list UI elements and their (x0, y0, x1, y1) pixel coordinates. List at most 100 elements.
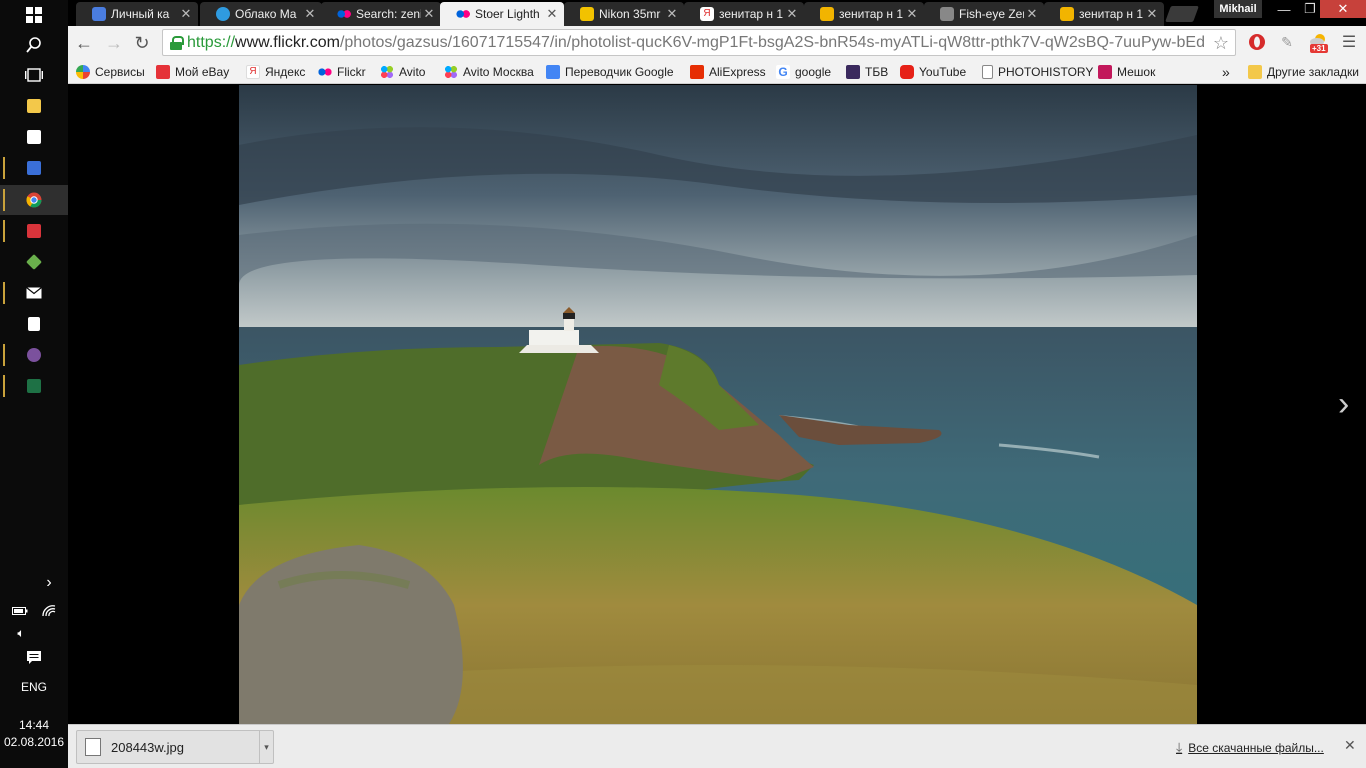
flickr-icon (318, 64, 332, 79)
tab-title: Nikon 35mr (599, 7, 661, 21)
bookmark-label: Мешок (1117, 64, 1156, 79)
close-icon[interactable]: ✕ (421, 6, 437, 22)
close-icon[interactable]: ✕ (302, 6, 318, 22)
favicon-icon (580, 7, 594, 21)
close-icon[interactable]: ✕ (178, 6, 194, 22)
taskbar-mail[interactable] (0, 278, 68, 308)
tab-oblako-mail[interactable]: Облако Ma ✕ (200, 2, 322, 26)
taskbar-search-button[interactable] (0, 30, 68, 60)
taskbar-excel[interactable] (0, 371, 68, 401)
back-button[interactable]: ← (72, 31, 96, 55)
download-item[interactable]: 208443w.jpg ▾ (76, 730, 274, 764)
taskbar-layers-app[interactable] (0, 247, 68, 277)
tab-zenitar-1[interactable]: Я зенитар н 1 ✕ (684, 2, 804, 26)
bookmark-my-ebay[interactable]: Мой eBay (156, 63, 229, 80)
clock-date[interactable]: 02.08.2016 (0, 735, 68, 749)
tab-lichny-kabinet[interactable]: Личный ка ✕ (76, 2, 198, 26)
tab-zenitar-3[interactable]: зенитар н 1 ✕ (1044, 2, 1164, 26)
photo-scene (239, 85, 1197, 724)
chevron-right-icon: › (46, 574, 52, 591)
taskbar-viber[interactable] (0, 340, 68, 370)
bookmark-photohistory[interactable]: PHOTOHISTORY (982, 63, 1093, 80)
minimize-button[interactable]: — (1270, 0, 1298, 18)
action-center-button[interactable] (0, 643, 68, 673)
taskbar-file-explorer[interactable] (0, 91, 68, 121)
show-hidden-icons-button[interactable]: › (0, 568, 68, 598)
reload-button[interactable]: ↻ (130, 31, 154, 55)
tab-strip: Личный ка ✕ Облако Ma ✕ Search: zeni ✕ S… (68, 0, 1366, 26)
taskbar-calculator[interactable] (0, 309, 68, 339)
close-icon[interactable]: ✕ (1144, 6, 1160, 22)
chrome-menu-button[interactable]: ☰ (1338, 31, 1360, 53)
tab-fish-eye-zenitar[interactable]: Fish-eye Zer ✕ (924, 2, 1044, 26)
url-scheme: https:// (187, 33, 236, 51)
bookmark-label: Переводчик Google (565, 64, 674, 79)
close-icon[interactable]: ✕ (904, 6, 920, 22)
lighthouse-photo[interactable] (239, 85, 1197, 724)
weather-extension-button[interactable]: +31 (1308, 31, 1330, 53)
image-icon (1060, 7, 1074, 21)
file-icon (85, 738, 101, 756)
lock-icon[interactable] (169, 35, 184, 50)
tab-title: зенитар н 1 (839, 7, 904, 21)
bookmark-label: Flickr (337, 64, 366, 79)
pen-extension-button[interactable]: ✎ (1276, 31, 1298, 53)
input-language[interactable]: ENG (0, 680, 68, 694)
bookmark-tbv[interactable]: ТБВ (846, 63, 888, 80)
bookmark-star-icon[interactable]: ☆ (1213, 33, 1229, 54)
close-icon[interactable]: ✕ (1024, 6, 1040, 22)
bookmark-label: AliExpress (709, 64, 766, 79)
forward-button[interactable]: → (102, 31, 126, 55)
menu-icon: ☰ (1341, 34, 1357, 51)
tab-stoer-lighthouse[interactable]: Stoer Lighth ✕ (440, 2, 564, 26)
taskbar-store[interactable] (0, 122, 68, 152)
tab-title: Search: zeni (356, 7, 421, 21)
aliexpress-icon (690, 64, 704, 79)
speaker-icon: 🔈︎ (17, 625, 25, 640)
bookmark-avito-moskva[interactable]: Avito Москва (444, 63, 534, 80)
adblock-extension-button[interactable] (1246, 31, 1268, 53)
image-icon (820, 7, 834, 21)
bookmarks-overflow-button[interactable]: » (1222, 63, 1230, 80)
close-icon[interactable]: ✕ (544, 6, 560, 22)
yandex-icon: Я (700, 7, 714, 21)
taskbar-save-app[interactable] (0, 153, 68, 183)
tab-title: зенитар н 1 (1079, 7, 1144, 21)
task-view-button[interactable] (0, 60, 68, 90)
tab-title: Личный ка (111, 7, 170, 21)
clock-time[interactable]: 14:44 (0, 718, 68, 732)
tab-nikon-35mm[interactable]: Nikon 35mr ✕ (564, 2, 684, 26)
all-downloads-link[interactable]: ⤓ Все скачанные файлы... (1176, 739, 1324, 756)
bookmark-label: PHOTOHISTORY (998, 64, 1094, 79)
close-download-shelf-button[interactable]: ✕ (1344, 737, 1356, 754)
bookmark-meshok[interactable]: Мешок (1098, 63, 1155, 80)
close-icon[interactable]: ✕ (664, 6, 680, 22)
url-host: www.flickr.com (235, 33, 340, 51)
bookmark-google-translate[interactable]: Переводчик Google (546, 63, 674, 80)
task-view-icon (25, 68, 43, 82)
url-text[interactable]: https://www.flickr.com/photos/gazsus/160… (187, 34, 1235, 52)
bookmark-label: Мой eBay (175, 64, 230, 79)
close-window-button[interactable]: ✕ (1320, 0, 1366, 18)
profile-button[interactable]: Mikhail (1214, 0, 1262, 18)
new-tab-button[interactable] (1165, 6, 1199, 22)
bookmark-google[interactable]: Ggoogle (776, 63, 831, 80)
layers-icon (26, 254, 42, 270)
taskbar-camera-app[interactable] (0, 216, 68, 246)
tab-search-zenit[interactable]: Search: zeni ✕ (321, 2, 441, 26)
bookmark-avito[interactable]: Avito (380, 63, 425, 80)
tab-zenitar-2[interactable]: зенитар н 1 ✕ (804, 2, 924, 26)
taskbar-chrome[interactable] (0, 185, 68, 215)
windows-taskbar: › 🔈︎ ENG 14:44 02.08.2016 (0, 0, 68, 768)
other-bookmarks[interactable]: Другие закладки (1248, 63, 1359, 80)
address-bar[interactable]: https://www.flickr.com/photos/gazsus/160… (162, 29, 1236, 56)
download-options-caret[interactable]: ▾ (259, 731, 273, 763)
bookmark-youtube[interactable]: YouTube (900, 63, 966, 80)
bookmark-servisy[interactable]: Сервисы (76, 63, 145, 80)
bookmark-flickr[interactable]: Flickr (318, 63, 366, 80)
next-photo-arrow[interactable]: › (1338, 385, 1349, 424)
close-icon[interactable]: ✕ (784, 6, 800, 22)
bookmark-yandex[interactable]: Я Яндекс (246, 63, 305, 80)
start-button[interactable] (0, 0, 68, 30)
bookmark-aliexpress[interactable]: AliExpress (690, 63, 766, 80)
